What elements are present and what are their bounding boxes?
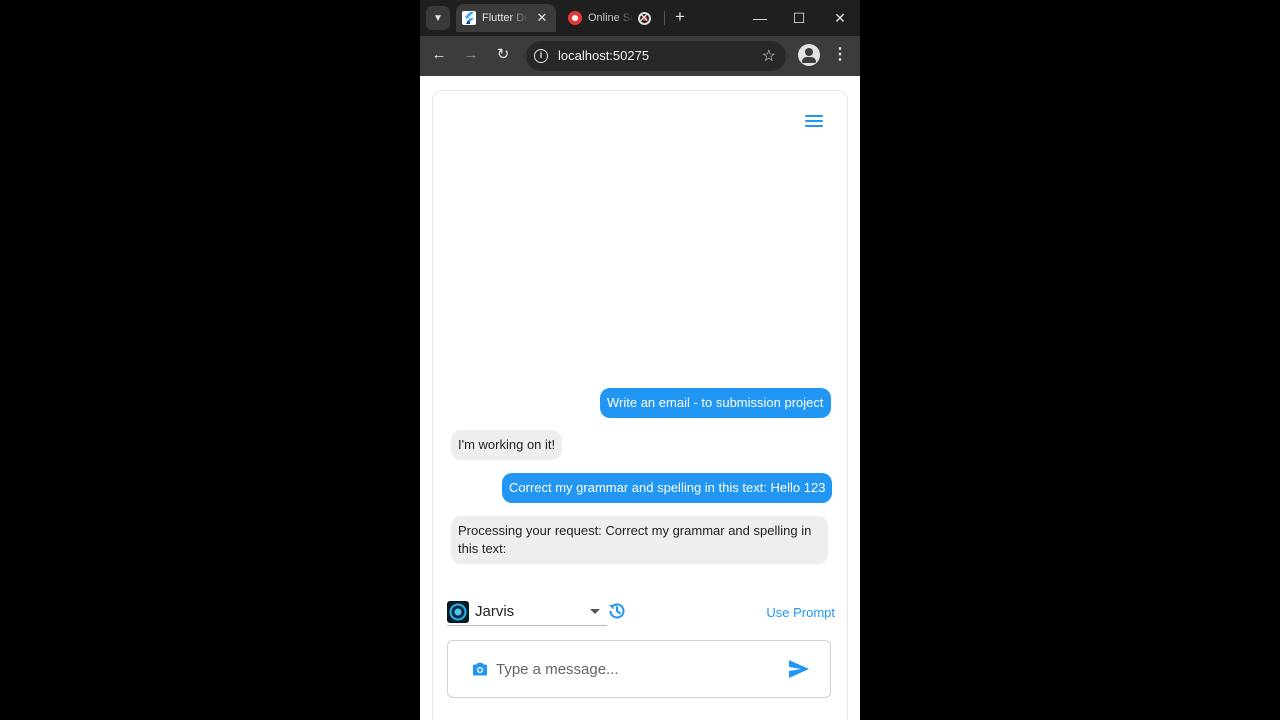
page-viewport: Write an email - to submission project I… bbox=[420, 76, 860, 720]
chat-card: Write an email - to submission project I… bbox=[432, 90, 848, 720]
maximize-button[interactable]: ☐ bbox=[787, 6, 811, 30]
hamburger-menu-icon[interactable] bbox=[805, 115, 823, 129]
send-icon[interactable] bbox=[788, 659, 810, 679]
new-tab-button[interactable]: + bbox=[670, 6, 690, 30]
flutter-icon bbox=[462, 11, 476, 25]
back-icon[interactable]: ← bbox=[428, 44, 450, 66]
browser-window: ▼ Flutter Demo ✕ Online Screen Recorder … bbox=[420, 0, 860, 720]
bot-message: Processing your request: Correct my gram… bbox=[451, 516, 828, 564]
address-bar[interactable]: i localhost:50275 ☆ bbox=[526, 41, 786, 71]
forward-icon[interactable]: → bbox=[460, 44, 482, 66]
bookmark-star-icon[interactable]: ☆ bbox=[762, 46, 776, 66]
more-menu-icon[interactable]: ⋮ bbox=[830, 44, 850, 66]
tab-flutter-demo[interactable]: Flutter Demo ✕ bbox=[456, 4, 556, 32]
assistant-avatar bbox=[447, 601, 469, 623]
history-icon[interactable] bbox=[607, 601, 627, 621]
close-window-button[interactable]: ✕ bbox=[828, 6, 852, 30]
dropdown-caret-icon bbox=[590, 609, 600, 614]
minimize-button[interactable]: — bbox=[748, 6, 772, 30]
assistant-row: Jarvis Use Prompt bbox=[447, 600, 835, 630]
assistant-name: Jarvis bbox=[475, 603, 515, 620]
user-message: Correct my grammar and spelling in this … bbox=[502, 473, 833, 503]
close-tab-icon[interactable]: ✕ bbox=[534, 10, 550, 26]
recorder-icon bbox=[568, 11, 582, 25]
tab-title: Flutter Demo bbox=[482, 12, 528, 24]
url-text: localhost:50275 bbox=[558, 48, 650, 63]
tab-title: Online Screen Recorder bbox=[588, 12, 634, 24]
tab-bar: ▼ Flutter Demo ✕ Online Screen Recorder … bbox=[420, 0, 860, 36]
use-prompt-link[interactable]: Use Prompt bbox=[766, 605, 835, 620]
browser-toolbar: ← → ↻ i localhost:50275 ☆ ⋮ bbox=[420, 36, 860, 76]
user-message: Write an email - to submission project bbox=[600, 388, 831, 418]
message-input[interactable] bbox=[496, 658, 776, 680]
tab-search-button[interactable]: ▼ bbox=[426, 6, 450, 30]
camera-icon[interactable] bbox=[472, 661, 488, 677]
message-composer bbox=[447, 640, 831, 698]
site-info-icon[interactable]: i bbox=[534, 49, 548, 63]
assistant-dropdown[interactable]: Jarvis bbox=[447, 600, 607, 626]
bot-message: I'm working on it! bbox=[451, 430, 563, 460]
tab-divider bbox=[664, 11, 665, 25]
tab-online-recorder[interactable]: Online Screen Recorder ✕ bbox=[562, 4, 658, 32]
profile-icon[interactable] bbox=[798, 44, 820, 66]
close-tab-icon[interactable]: ✕ bbox=[636, 10, 652, 26]
reload-icon[interactable]: ↻ bbox=[492, 44, 514, 66]
